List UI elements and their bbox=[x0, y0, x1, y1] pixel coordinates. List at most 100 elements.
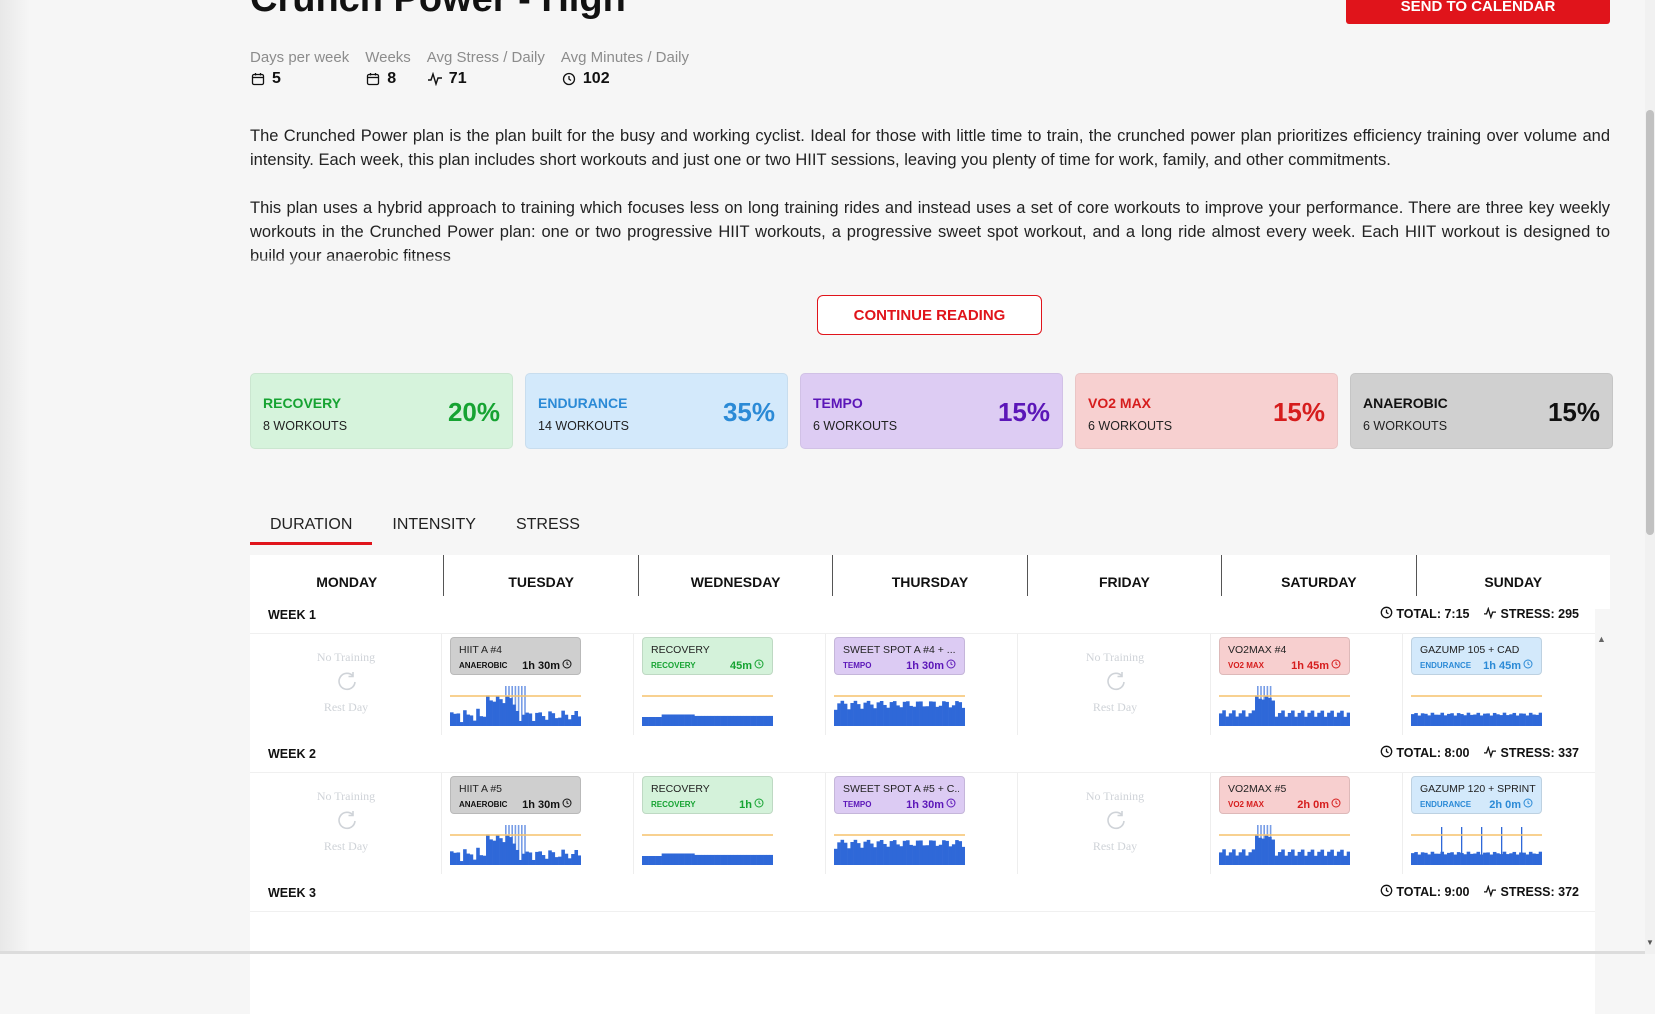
day-cell-workout[interactable]: VO2MAX #4 VO2 MAX 1h 45m bbox=[1211, 634, 1403, 736]
profile-bar bbox=[746, 854, 751, 865]
day-cell-rest: No Training Rest Day bbox=[1019, 634, 1211, 736]
workout-profile-graph bbox=[1411, 695, 1542, 726]
profile-bar bbox=[847, 709, 851, 726]
profile-bar bbox=[1232, 710, 1236, 726]
profile-bar bbox=[453, 713, 457, 726]
profile-bar bbox=[1274, 855, 1279, 865]
profile-bar bbox=[942, 840, 946, 865]
profile-bar bbox=[450, 851, 454, 865]
profile-bar bbox=[951, 705, 956, 726]
profile-bar bbox=[1222, 849, 1226, 865]
day-cell-workout[interactable]: HIIT A #5 ANAEROBIC 1h 30m bbox=[442, 773, 634, 875]
week-row: WEEK 2 TOTAL: 8:00 STRESS: 337 No Training R… bbox=[250, 735, 1595, 875]
scrollbar-thumb[interactable] bbox=[1646, 110, 1654, 535]
profile-bar bbox=[955, 701, 959, 726]
profile-bar bbox=[668, 853, 672, 865]
day-cell-workout[interactable]: SWEET SPOT A #5 + C... TEMPO 1h 30m bbox=[826, 773, 1018, 875]
workout-card[interactable]: SWEET SPOT A #4 + ... TEMPO 1h 30m bbox=[834, 637, 965, 675]
workout-card[interactable]: SWEET SPOT A #5 + C... TEMPO 1h 30m bbox=[834, 776, 965, 814]
scroll-down-icon[interactable]: ▼ bbox=[1646, 938, 1654, 947]
workout-card[interactable]: VO2MAX #4 VO2 MAX 1h 45m bbox=[1219, 637, 1350, 675]
workout-profile-graph bbox=[450, 825, 581, 865]
list-scroll-up-icon[interactable]: ▲ bbox=[1597, 634, 1606, 644]
day-cell-workout[interactable]: HIIT A #4 ANAEROBIC 1h 30m bbox=[442, 634, 634, 736]
workout-card[interactable]: RECOVERY RECOVERY 45m bbox=[642, 637, 773, 675]
profile-bar bbox=[1228, 713, 1233, 726]
day-cell-workout[interactable]: RECOVERY RECOVERY 1h bbox=[634, 773, 826, 875]
profile-bar bbox=[759, 854, 764, 865]
profile-bar bbox=[551, 713, 556, 726]
zone-workout-count: 14 WORKOUTS bbox=[538, 419, 629, 433]
profile-bar bbox=[1317, 712, 1321, 726]
profile-bar bbox=[577, 855, 581, 865]
interval-bar bbox=[524, 825, 526, 865]
profile-bar bbox=[1473, 853, 1477, 865]
profile-bar bbox=[1310, 849, 1315, 865]
profile-bar bbox=[1522, 852, 1526, 865]
profile-bar bbox=[1238, 852, 1243, 865]
profile-bar bbox=[1525, 715, 1530, 726]
workout-card[interactable]: RECOVERY RECOVERY 1h bbox=[642, 776, 773, 814]
profile-bar bbox=[840, 839, 845, 865]
page-scrollbar[interactable]: ▼ bbox=[1645, 0, 1655, 954]
day-cell-workout[interactable]: RECOVERY RECOVERY 45m bbox=[634, 634, 826, 736]
interval-bar bbox=[508, 825, 510, 865]
profile-bar bbox=[1512, 851, 1517, 865]
interval-bar bbox=[1263, 686, 1265, 726]
profile-bar bbox=[886, 846, 890, 865]
profile-bar bbox=[1486, 713, 1490, 726]
profile-bar bbox=[707, 715, 712, 726]
profile-bar bbox=[1330, 849, 1334, 865]
profile-bar bbox=[1496, 714, 1500, 726]
profile-bar bbox=[544, 858, 549, 865]
duration-value: 45m bbox=[729, 659, 752, 672]
profile-bar bbox=[879, 839, 884, 865]
workout-name: VO2MAX #5 bbox=[1228, 783, 1287, 795]
profile-bar bbox=[1492, 851, 1497, 865]
profile-bar bbox=[863, 841, 868, 865]
workout-card[interactable]: VO2MAX #5 VO2 MAX 2h 0m bbox=[1219, 776, 1350, 814]
profile-bar bbox=[1522, 713, 1526, 726]
profile-bar bbox=[691, 853, 695, 865]
week-stress: STRESS: 372 bbox=[1500, 885, 1579, 899]
day-cell-workout[interactable]: SWEET SPOT A #4 + ... TEMPO 1h 30m bbox=[826, 634, 1018, 736]
day-cell-workout[interactable]: GAZUMP 105 + CAD ENDURANCE 1h 45m bbox=[1403, 634, 1595, 736]
tab-intensity[interactable]: INTENSITY bbox=[372, 516, 496, 545]
profile-bar bbox=[727, 854, 731, 865]
workout-card[interactable]: GAZUMP 120 + SPRINTS ENDURANCE 2h 0m bbox=[1411, 776, 1542, 814]
profile-bar bbox=[935, 845, 940, 865]
day-cell-workout[interactable]: VO2MAX #5 VO2 MAX 2h 0m bbox=[1211, 773, 1403, 875]
profile-bar bbox=[938, 844, 943, 865]
tab-duration[interactable]: DURATION bbox=[250, 516, 373, 545]
workout-card[interactable]: GAZUMP 105 + CAD ENDURANCE 1h 45m bbox=[1411, 637, 1542, 675]
workout-card[interactable]: HIIT A #4 ANAEROBIC 1h 30m bbox=[450, 637, 581, 675]
profile-bar bbox=[655, 856, 659, 865]
send-to-calendar-button[interactable]: SEND TO CALENDAR bbox=[1346, 0, 1610, 24]
interval-bar bbox=[1269, 686, 1272, 726]
profile-bar bbox=[1284, 855, 1289, 865]
profile-bar bbox=[1466, 851, 1471, 865]
profile-bar bbox=[1430, 851, 1435, 865]
profile-bar bbox=[958, 841, 963, 865]
profile-bar bbox=[870, 704, 874, 726]
profile-bar bbox=[479, 855, 484, 865]
profile-bar bbox=[723, 854, 728, 865]
profile-bar bbox=[1414, 713, 1418, 726]
day-cell-workout[interactable]: GAZUMP 120 + SPRINTS ENDURANCE 2h 0m bbox=[1403, 773, 1595, 875]
description-fade bbox=[250, 258, 1610, 278]
stat-avg-stress: Avg Stress / Daily 71 bbox=[427, 49, 545, 88]
profile-bar bbox=[899, 707, 904, 726]
sprint-spike bbox=[1501, 827, 1503, 865]
tab-stress[interactable]: STRESS bbox=[496, 516, 600, 545]
week-label: WEEK 3 bbox=[268, 886, 316, 900]
profile-bar bbox=[753, 715, 757, 726]
profile-bar bbox=[697, 854, 702, 865]
profile-bar bbox=[694, 715, 698, 726]
profile-bar bbox=[459, 722, 464, 726]
profile-bar bbox=[961, 846, 965, 865]
profile-bar bbox=[528, 713, 533, 726]
workout-card[interactable]: HIIT A #5 ANAEROBIC 1h 30m bbox=[450, 776, 581, 814]
profile-bar bbox=[750, 854, 754, 865]
profile-bar bbox=[1417, 715, 1422, 726]
continue-reading-button[interactable]: CONTINUE READING bbox=[817, 295, 1042, 335]
